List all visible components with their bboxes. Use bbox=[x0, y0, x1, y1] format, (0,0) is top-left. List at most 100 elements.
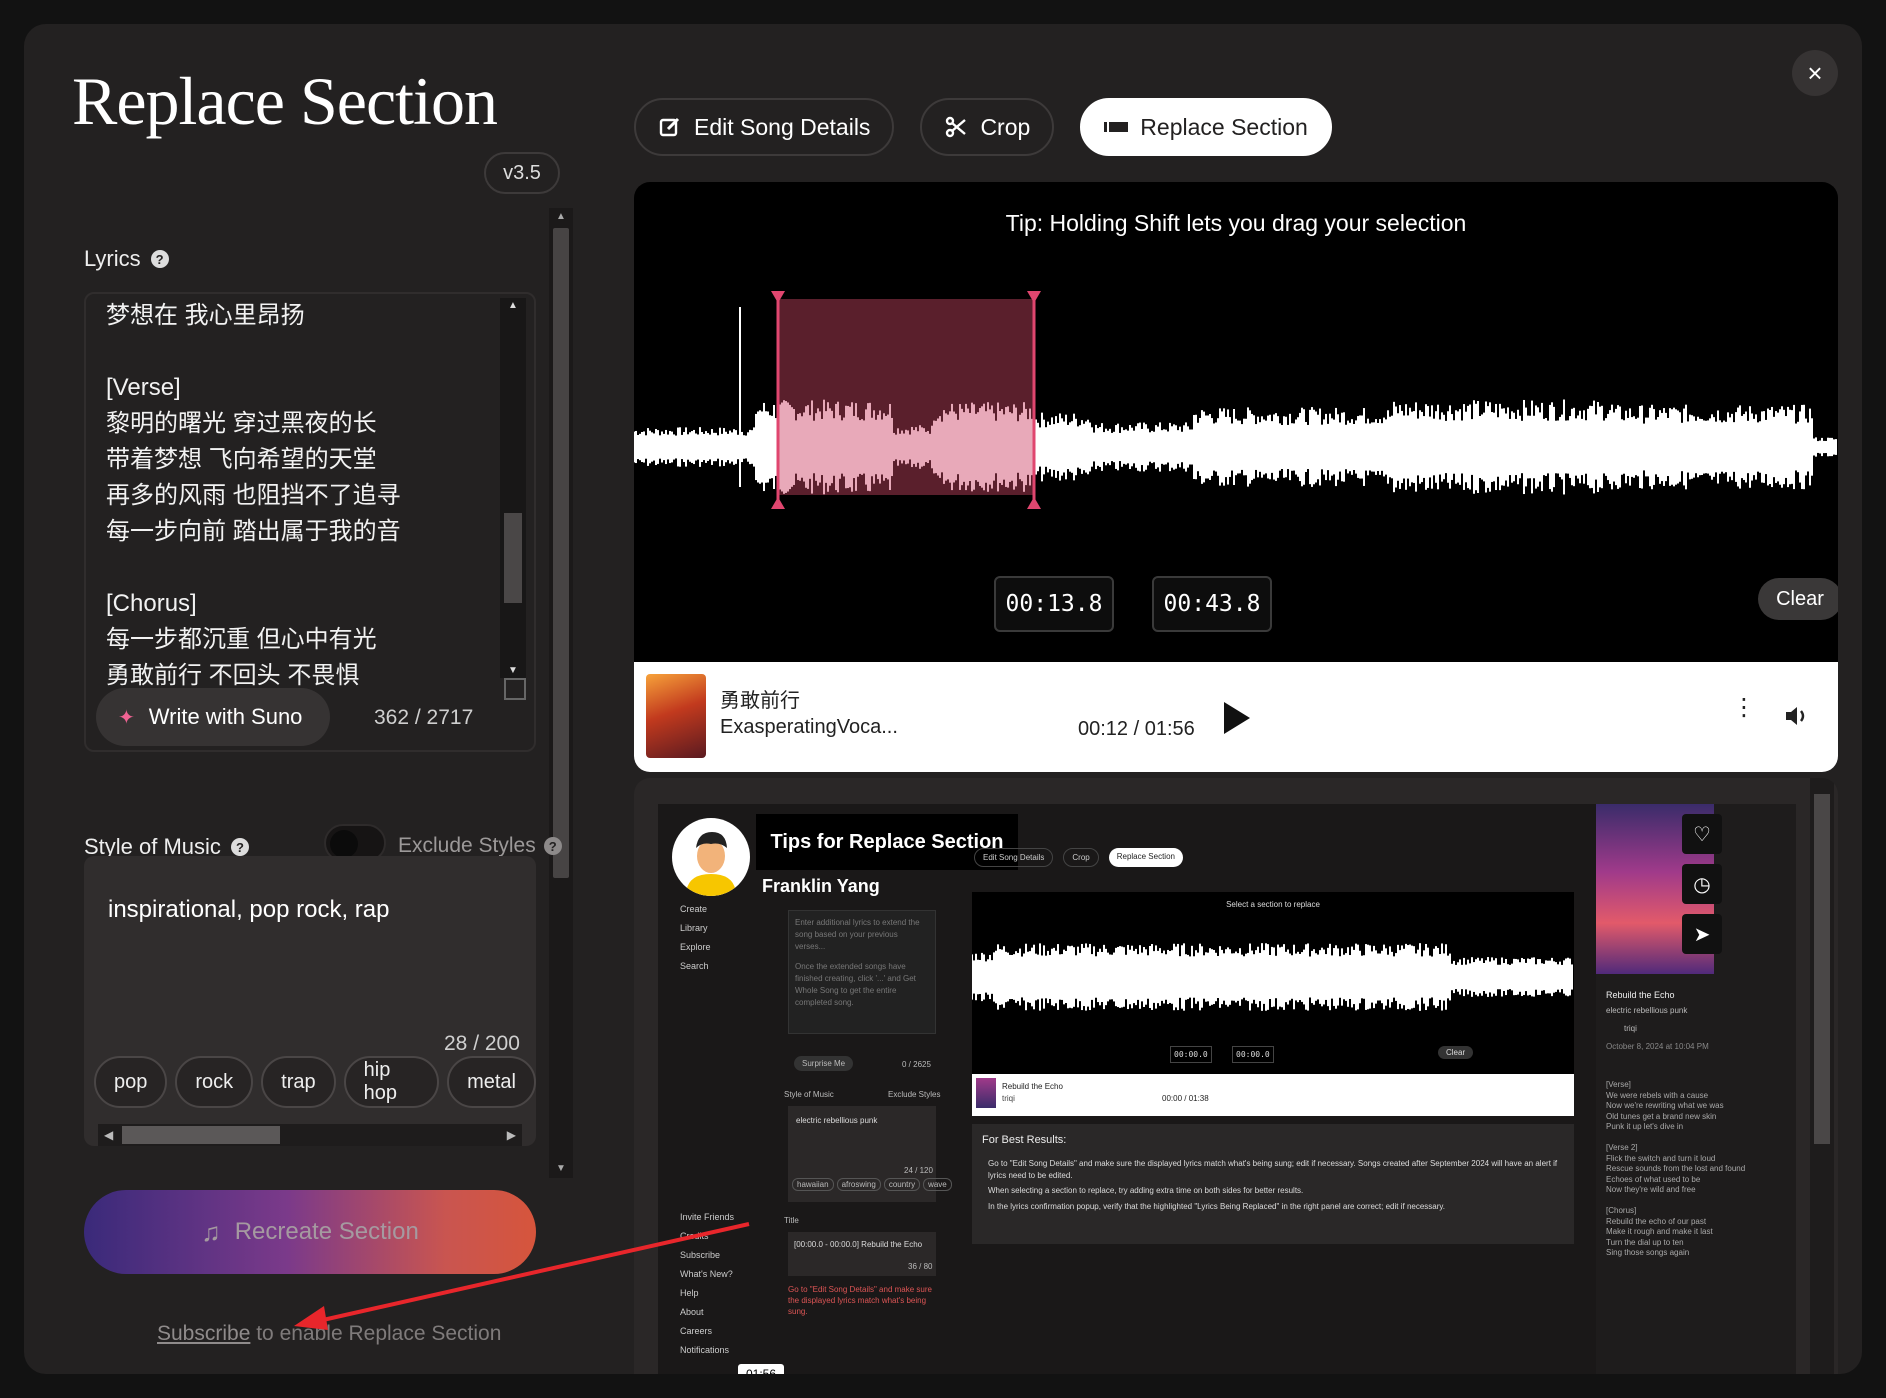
lyrics-input[interactable]: 梦想在 我心里昂扬 [Verse] 黎明的曙光 穿过黑夜的长 带着梦想 飞向希望… bbox=[84, 292, 536, 752]
style-chip-metal[interactable]: metal bbox=[447, 1056, 536, 1108]
mode-tabs: Edit Song Details Crop Replace Section bbox=[634, 98, 1332, 156]
mini-side-user: triqi bbox=[1624, 1024, 1637, 1033]
user-name: Franklin Yang bbox=[762, 876, 880, 896]
mini-nav-item: Credits bbox=[680, 1231, 709, 1241]
mini-style-box: electric rebellious punk 24 / 120 hawaii… bbox=[788, 1106, 952, 1202]
style-value[interactable]: inspirational, pop rock, rap bbox=[108, 896, 389, 924]
recreate-section-button[interactable]: ♫ Recreate Section bbox=[84, 1190, 536, 1274]
heart-icon: ♡ bbox=[1682, 814, 1722, 854]
lyrics-scrollbar[interactable]: ▲ ▼ bbox=[500, 298, 526, 678]
mini-side-style: electric rebellious punk bbox=[1606, 1006, 1688, 1015]
lyrics-text[interactable]: 梦想在 我心里昂扬 [Verse] 黎明的曙光 穿过黑夜的长 带着梦想 飞向希望… bbox=[106, 298, 496, 694]
mini-nav-item: About bbox=[680, 1307, 704, 1317]
song-cover-art[interactable] bbox=[646, 674, 706, 758]
handle-marker-icon[interactable] bbox=[1027, 497, 1041, 509]
scroll-up-icon[interactable]: ▲ bbox=[500, 300, 526, 311]
mini-chip: hawaiian bbox=[792, 1178, 834, 1191]
tab-replace-section-label: Replace Section bbox=[1140, 113, 1308, 140]
mini-play-time: 00:00 / 01:38 bbox=[1162, 1094, 1209, 1103]
mini-nav-item: Invite Friends bbox=[680, 1212, 735, 1222]
mini-time-badge: 01:56 bbox=[738, 1364, 784, 1374]
mini-surprise-button: Surprise Me bbox=[794, 1056, 854, 1071]
subscribe-rest: to enable Replace Section bbox=[250, 1322, 502, 1345]
end-time-input[interactable]: 00:43.8 bbox=[1152, 576, 1272, 632]
subscribe-notice: Subscribe to enable Replace Section bbox=[157, 1322, 501, 1346]
mini-select-tip: Select a section to replace bbox=[1226, 900, 1320, 909]
tab-crop[interactable]: Crop bbox=[920, 98, 1055, 156]
scroll-down-icon[interactable]: ▼ bbox=[500, 665, 526, 676]
mini-style-label: Style of Music bbox=[784, 1090, 834, 1099]
tab-edit-song-details[interactable]: Edit Song Details bbox=[634, 98, 895, 156]
lyrics-label: Lyrics bbox=[84, 246, 141, 271]
close-button[interactable]: × bbox=[1792, 50, 1838, 96]
tab-crop-label: Crop bbox=[980, 113, 1031, 140]
mini-chip: afroswing bbox=[836, 1178, 881, 1191]
exclude-styles-label: Exclude Styles bbox=[398, 834, 536, 857]
scroll-right-icon[interactable]: ▶ bbox=[507, 1124, 516, 1146]
scroll-left-icon[interactable]: ◀ bbox=[104, 1124, 113, 1146]
help-icon[interactable]: ? bbox=[230, 838, 249, 856]
scroll-up-icon[interactable]: ▲ bbox=[549, 208, 573, 226]
mini-nav-item: Notifications bbox=[680, 1345, 730, 1355]
mini-style-chips: hawaiian afroswing country wave bbox=[792, 1178, 952, 1191]
lyrics-scroll-thumb[interactable] bbox=[504, 513, 522, 603]
write-with-suno-button[interactable]: ✦ Write with Suno bbox=[96, 688, 330, 746]
chips-scrollbar[interactable]: ◀ ▶ bbox=[98, 1124, 522, 1146]
volume-icon[interactable] bbox=[1784, 704, 1810, 728]
mini-title-value: [00:00.0 - 00:00.0] Rebuild the Echo bbox=[794, 1240, 923, 1249]
style-input[interactable]: inspirational, pop rock, rap 28 / 200 po… bbox=[84, 856, 536, 1146]
version-selector[interactable]: v3.5 bbox=[484, 152, 560, 194]
mini-lyric-note: Once the extended songs have finished cr… bbox=[795, 962, 916, 1007]
more-options-icon[interactable]: ⋮ bbox=[1732, 696, 1756, 720]
replace-icon bbox=[1104, 122, 1129, 132]
tip-item: In the lyrics confirmation popup, verify… bbox=[988, 1202, 1446, 1211]
play-icon[interactable] bbox=[1224, 702, 1250, 734]
toggle-knob bbox=[330, 830, 358, 858]
help-icon[interactable]: ? bbox=[543, 837, 562, 855]
mini-tab-active: Replace Section bbox=[1108, 848, 1183, 867]
mini-song-artist: triqi bbox=[1002, 1094, 1015, 1103]
mini-start-time: 00:00.0 bbox=[1170, 1046, 1212, 1063]
left-panel-scrollbar[interactable]: ▲ ▼ bbox=[549, 208, 573, 1178]
music-note-icon: ♫ bbox=[201, 1216, 221, 1247]
mini-chip: country bbox=[883, 1178, 921, 1191]
song-artist[interactable]: ExasperatingVoca... bbox=[720, 716, 898, 739]
tip-item: Go to "Edit Song Details" and make sure … bbox=[988, 1159, 1558, 1180]
tab-replace-section[interactable]: Replace Section bbox=[1080, 98, 1332, 156]
mini-nav-item: Subscribe bbox=[680, 1250, 721, 1260]
style-chip-hip-hop[interactable]: hip hop bbox=[343, 1056, 440, 1108]
mini-song-card: ♡ ◷ ➤ Rebuild the Echo electric rebellio… bbox=[1596, 804, 1796, 1374]
lyrics-char-count: 362 / 2717 bbox=[374, 706, 474, 729]
mini-nav: Create Library Explore Search bbox=[680, 904, 711, 980]
song-title[interactable]: 勇敢前行 bbox=[720, 684, 800, 713]
mini-lyrics-box: Enter additional lyrics to extend the so… bbox=[788, 910, 936, 1034]
mini-song-title: Rebuild the Echo bbox=[1002, 1082, 1063, 1091]
mini-nav-item: Library bbox=[680, 923, 708, 933]
scroll-down-icon[interactable]: ▼ bbox=[549, 1160, 573, 1178]
style-chips: pop rock trap hip hop metal bbox=[94, 1056, 536, 1108]
handle-marker-icon[interactable] bbox=[771, 497, 785, 509]
mini-cover bbox=[976, 1078, 996, 1108]
mini-tab: Crop bbox=[1063, 848, 1099, 867]
preview-scroll-thumb[interactable] bbox=[1814, 794, 1830, 1144]
resize-handle-icon[interactable] bbox=[504, 678, 526, 700]
mini-warning: Go to "Edit Song Details" and make sure … bbox=[788, 1285, 932, 1316]
avatar-illustration bbox=[673, 820, 749, 896]
style-chip-rock[interactable]: rock bbox=[175, 1056, 254, 1108]
mini-chip: wave bbox=[923, 1178, 952, 1191]
subscribe-link[interactable]: Subscribe bbox=[157, 1322, 250, 1345]
mini-waveform bbox=[972, 943, 1573, 1011]
style-chip-pop[interactable]: pop bbox=[94, 1056, 168, 1108]
waveform[interactable] bbox=[634, 252, 1838, 552]
edit-icon bbox=[659, 117, 680, 137]
waveform-panel: Tip: Holding Shift lets you drag your se… bbox=[634, 182, 1838, 772]
mini-clear: Clear bbox=[1438, 1046, 1474, 1059]
help-icon[interactable]: ? bbox=[150, 250, 169, 268]
style-chip-trap[interactable]: trap bbox=[261, 1056, 336, 1108]
clear-selection-button[interactable]: Clear bbox=[1758, 578, 1838, 620]
scroll-thumb[interactable] bbox=[553, 228, 569, 878]
mini-title-label: Title bbox=[784, 1216, 799, 1225]
start-time-input[interactable]: 00:13.8 bbox=[994, 576, 1114, 632]
chips-scroll-thumb[interactable] bbox=[122, 1126, 280, 1144]
preview-scrollbar[interactable] bbox=[1810, 778, 1834, 1374]
